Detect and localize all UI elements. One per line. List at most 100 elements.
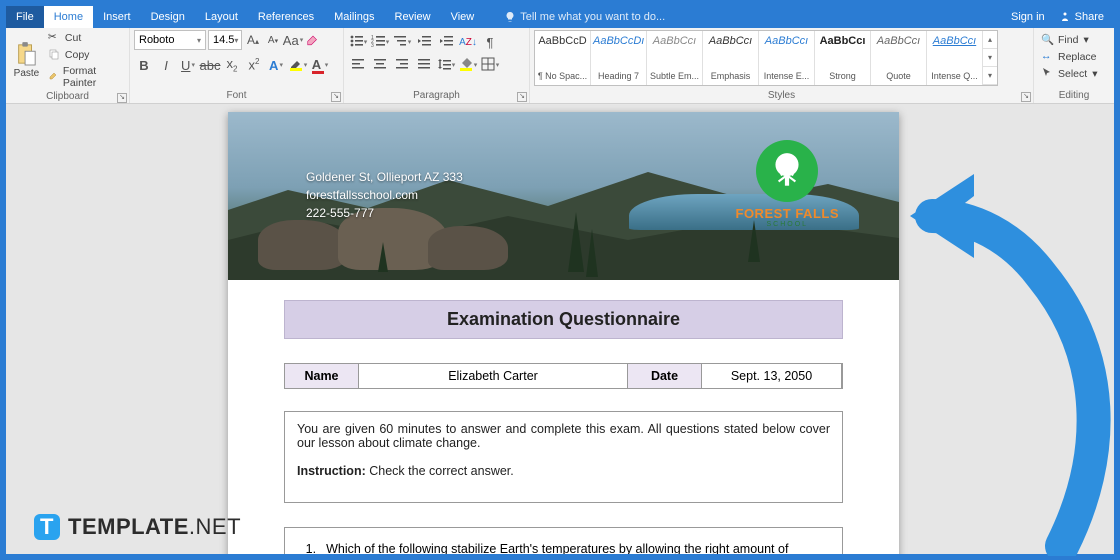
- cut-button[interactable]: ✂Cut: [45, 30, 125, 46]
- line-spacing-button[interactable]: ▾: [436, 55, 456, 75]
- change-case-icon: Aa: [283, 33, 299, 48]
- font-launcher[interactable]: ↘: [331, 92, 341, 102]
- paste-icon: [14, 42, 38, 66]
- highlight-button[interactable]: ▾: [288, 55, 308, 75]
- format-painter-button[interactable]: Format Painter: [45, 64, 125, 90]
- paste-button[interactable]: Paste: [10, 30, 43, 90]
- align-center-button[interactable]: [370, 55, 390, 75]
- page: Goldener St, Ollieport AZ 333 forestfall…: [228, 112, 899, 554]
- school-address: Goldener St, Ollieport AZ 333 forestfall…: [306, 168, 463, 222]
- strike-icon: abc: [200, 58, 221, 73]
- styles-gallery[interactable]: AaBbCcD¶ No Spac...AaBbCcDıHeading 7AaBb…: [534, 30, 998, 86]
- tell-me-search[interactable]: Tell me what you want to do...: [504, 11, 665, 23]
- q1-number: 1.: [299, 542, 316, 554]
- numbering-button[interactable]: 123▾: [370, 32, 390, 52]
- copy-button[interactable]: Copy: [45, 47, 125, 63]
- group-editing: 🔍Find▾ ↔Replace Select▾ Editing: [1034, 28, 1114, 103]
- tab-insert[interactable]: Insert: [93, 6, 141, 28]
- style-item[interactable]: AaBbCcıEmphasis: [703, 31, 759, 85]
- clipboard-launcher[interactable]: ↘: [117, 93, 127, 103]
- borders-button[interactable]: ▾: [480, 55, 500, 75]
- styles-launcher[interactable]: ↘: [1021, 92, 1031, 102]
- tab-file[interactable]: File: [6, 6, 44, 28]
- underline-icon: U: [181, 58, 190, 73]
- tab-design[interactable]: Design: [141, 6, 195, 28]
- share-button[interactable]: Share: [1059, 11, 1104, 23]
- clear-formatting-button[interactable]: [304, 30, 322, 50]
- change-case-button[interactable]: Aa▾: [284, 30, 302, 50]
- tab-layout[interactable]: Layout: [195, 6, 248, 28]
- tab-mailings[interactable]: Mailings: [324, 6, 384, 28]
- subscript-icon: x2: [227, 56, 238, 74]
- show-marks-button[interactable]: ¶: [480, 32, 500, 52]
- font-name-select[interactable]: Roboto▾: [134, 30, 206, 50]
- underline-button[interactable]: U▾: [178, 55, 198, 75]
- group-font: Roboto▾ 14.5▾ A▴ A▾ Aa▾ B I U▾ abc x2 x2…: [130, 28, 344, 103]
- bold-button[interactable]: B: [134, 55, 154, 75]
- text-effects-button[interactable]: A▾: [266, 55, 286, 75]
- font-size-select[interactable]: 14.5▾: [208, 30, 242, 50]
- line-spacing-icon: [437, 57, 451, 74]
- style-item[interactable]: AaBbCcıSubtle Em...: [647, 31, 703, 85]
- subscript-button[interactable]: x2: [222, 55, 242, 75]
- font-color-button[interactable]: A▾: [310, 55, 330, 75]
- find-button[interactable]: 🔍Find▾: [1038, 32, 1100, 48]
- outdent-icon: [417, 34, 431, 51]
- replace-button[interactable]: ↔Replace: [1038, 49, 1100, 65]
- align-left-button[interactable]: [348, 55, 368, 75]
- tab-review[interactable]: Review: [385, 6, 441, 28]
- header-image: Goldener St, Ollieport AZ 333 forestfall…: [228, 112, 899, 280]
- bucket-icon: [459, 57, 473, 74]
- increase-indent-button[interactable]: [436, 32, 456, 52]
- brand-sub: SCHOOL: [736, 221, 840, 228]
- shading-button[interactable]: ▾: [458, 55, 478, 75]
- text-effects-icon: A: [269, 58, 278, 73]
- svg-text:3: 3: [371, 43, 374, 48]
- document-area[interactable]: Goldener St, Ollieport AZ 333 forestfall…: [6, 104, 1114, 554]
- school-logo: FOREST FALLS SCHOOL: [736, 140, 840, 228]
- tab-view[interactable]: View: [441, 6, 485, 28]
- styles-scroll[interactable]: ▴▾▾: [983, 31, 997, 85]
- style-item[interactable]: AaBbCcıStrong: [815, 31, 871, 85]
- italic-button[interactable]: I: [156, 55, 176, 75]
- signin-link[interactable]: Sign in: [1011, 11, 1045, 23]
- select-button[interactable]: Select▾: [1038, 66, 1100, 82]
- tab-home[interactable]: Home: [44, 6, 93, 28]
- align-center-icon: [373, 57, 387, 74]
- paragraph-launcher[interactable]: ↘: [517, 92, 527, 102]
- sort-button[interactable]: AZ↓: [458, 32, 478, 52]
- multilevel-button[interactable]: ▾: [392, 32, 412, 52]
- borders-icon: [481, 57, 495, 74]
- style-item[interactable]: AaBbCcıIntense Q...: [927, 31, 983, 85]
- group-label-clipboard: Clipboard: [46, 91, 89, 102]
- sort-icon: AZ↓: [459, 37, 477, 48]
- decrease-indent-button[interactable]: [414, 32, 434, 52]
- group-clipboard: Paste ✂Cut Copy Format Painter Clipboard…: [6, 28, 130, 103]
- superscript-button[interactable]: x2: [244, 55, 264, 75]
- group-styles: AaBbCcD¶ No Spac...AaBbCcDıHeading 7AaBb…: [530, 28, 1034, 103]
- titlebar-right: Sign in Share: [1011, 11, 1114, 23]
- align-left-icon: [351, 57, 365, 74]
- tree-icon: [756, 140, 818, 202]
- bullets-button[interactable]: ▾: [348, 32, 368, 52]
- tab-references[interactable]: References: [248, 6, 324, 28]
- template-logo-icon: T: [34, 514, 60, 540]
- copy-icon: [48, 48, 62, 62]
- style-item[interactable]: AaBbCcıQuote: [871, 31, 927, 85]
- paste-label: Paste: [14, 68, 40, 79]
- highlight-icon: [289, 57, 303, 74]
- style-item[interactable]: AaBbCcıIntense E...: [759, 31, 815, 85]
- indent-icon: [439, 34, 453, 51]
- style-item[interactable]: AaBbCcD¶ No Spac...: [535, 31, 591, 85]
- shrink-font-button[interactable]: A▾: [264, 30, 282, 50]
- multilevel-icon: [393, 34, 407, 51]
- instruction-label: Instruction:: [297, 464, 366, 478]
- align-right-button[interactable]: [392, 55, 412, 75]
- group-label-styles: Styles: [768, 90, 795, 101]
- share-label: Share: [1075, 11, 1104, 23]
- tell-me-placeholder: Tell me what you want to do...: [520, 11, 665, 23]
- grow-font-button[interactable]: A▴: [244, 30, 262, 50]
- justify-button[interactable]: [414, 55, 434, 75]
- strikethrough-button[interactable]: abc: [200, 55, 220, 75]
- style-item[interactable]: AaBbCcDıHeading 7: [591, 31, 647, 85]
